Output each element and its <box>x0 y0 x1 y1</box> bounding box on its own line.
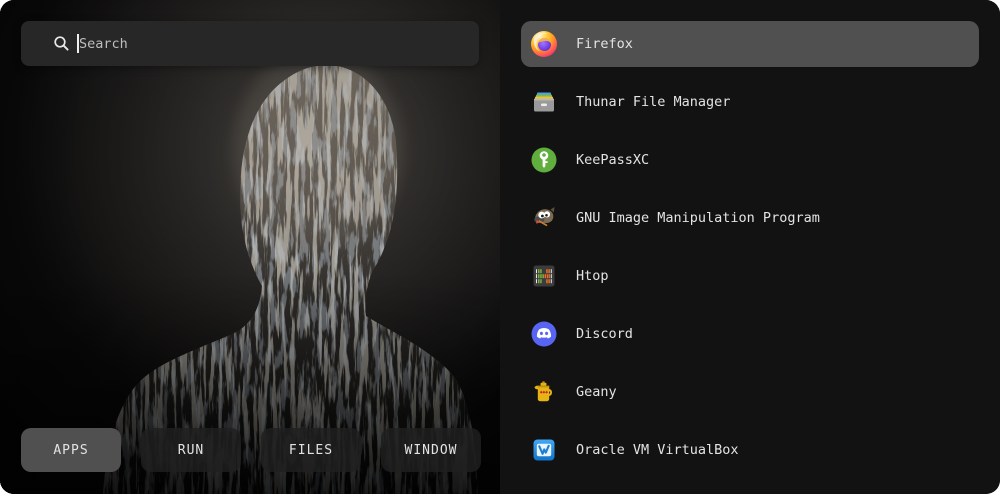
htop-icon <box>530 262 558 290</box>
tab-files[interactable]: FILES <box>261 428 361 472</box>
app-row[interactable]: KeePassXC <box>521 137 979 183</box>
tab-apps[interactable]: APPS <box>21 428 121 472</box>
results-pane: Firefox Thunar File Manager KeePassXC GN… <box>500 0 1000 494</box>
app-label: KeePassXC <box>576 152 649 168</box>
firefox-icon <box>530 30 558 58</box>
mode-tabs: APPS RUN FILES WINDOW <box>21 428 481 472</box>
htop-icon <box>530 262 558 290</box>
search-bar <box>21 21 479 66</box>
app-row[interactable]: Thunar File Manager <box>521 79 979 125</box>
wallpaper-pane: APPS RUN FILES WINDOW <box>0 0 500 494</box>
tab-label: FILES <box>289 443 333 458</box>
wallpaper-bust-image <box>0 0 500 494</box>
app-row[interactable]: Discord <box>521 311 979 357</box>
app-label: Oracle VM VirtualBox <box>576 442 739 458</box>
geany-icon <box>530 378 558 406</box>
tab-run[interactable]: RUN <box>141 428 241 472</box>
virtualbox-icon <box>530 436 558 464</box>
geany-icon <box>530 378 558 406</box>
gimp-icon <box>530 204 558 232</box>
tab-window[interactable]: WINDOW <box>381 428 481 472</box>
tab-label: WINDOW <box>405 443 458 458</box>
app-row[interactable]: Oracle VM VirtualBox <box>521 427 979 473</box>
thunar-icon <box>530 88 558 116</box>
thunar-icon <box>530 88 558 116</box>
tab-label: APPS <box>53 443 88 458</box>
app-row[interactable]: Geany <box>521 369 979 415</box>
app-label: Thunar File Manager <box>576 94 730 110</box>
launcher-window: APPS RUN FILES WINDOW Firefox <box>0 0 1000 494</box>
app-label: Geany <box>576 384 617 400</box>
app-row[interactable]: Htop <box>521 253 979 299</box>
virtualbox-icon <box>530 436 558 464</box>
gimp-icon <box>530 204 558 232</box>
tab-label: RUN <box>178 443 204 458</box>
keepassxc-icon <box>530 146 558 174</box>
app-label: Htop <box>576 268 609 284</box>
text-caret <box>77 34 79 53</box>
app-label: GNU Image Manipulation Program <box>576 210 820 226</box>
discord-icon <box>530 320 558 348</box>
app-row[interactable]: GNU Image Manipulation Program <box>521 195 979 241</box>
app-label: Discord <box>576 326 633 342</box>
keepassxc-icon <box>530 146 558 174</box>
discord-icon <box>530 320 558 348</box>
search-input[interactable] <box>21 21 479 66</box>
app-label: Firefox <box>576 36 633 52</box>
firefox-icon <box>530 30 558 58</box>
app-list: Firefox Thunar File Manager KeePassXC GN… <box>521 21 979 485</box>
app-row[interactable]: Firefox <box>521 21 979 67</box>
